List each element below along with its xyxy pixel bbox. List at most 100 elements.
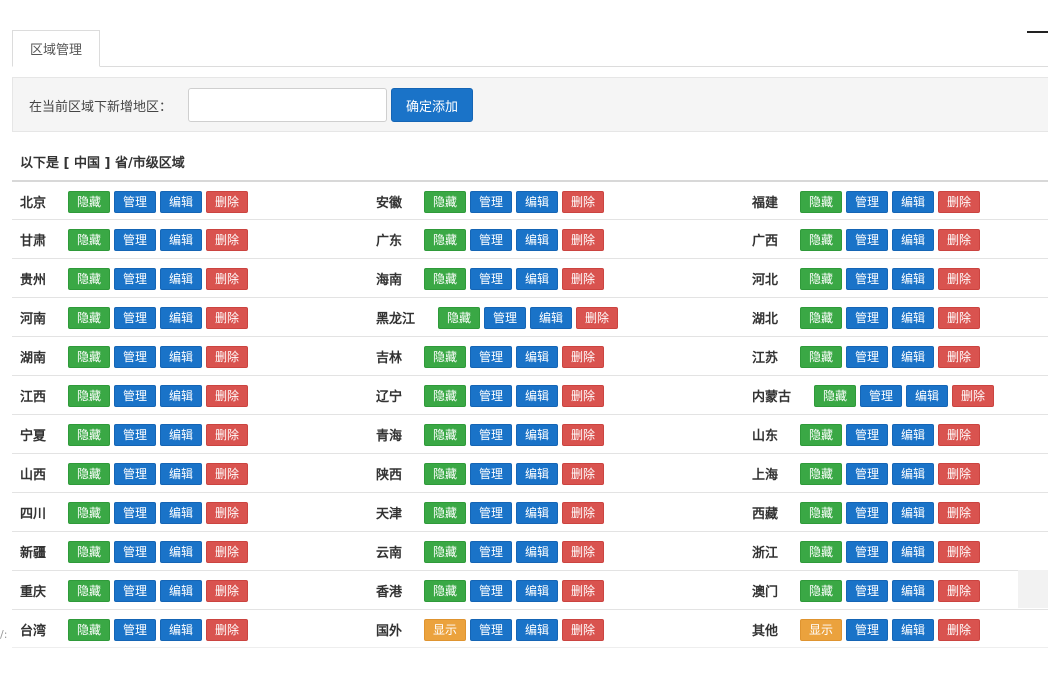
hide-button[interactable]: 隐藏: [424, 579, 466, 602]
delete-button[interactable]: 删除: [952, 384, 994, 407]
edit-button[interactable]: 编辑: [160, 423, 202, 446]
delete-button[interactable]: 删除: [562, 267, 604, 290]
hide-button[interactable]: 隐藏: [424, 423, 466, 446]
edit-button[interactable]: 编辑: [160, 618, 202, 641]
delete-button[interactable]: 删除: [938, 228, 980, 251]
edit-button[interactable]: 编辑: [160, 384, 202, 407]
edit-button[interactable]: 编辑: [892, 501, 934, 524]
hide-button[interactable]: 隐藏: [424, 267, 466, 290]
delete-button[interactable]: 删除: [938, 540, 980, 563]
delete-button[interactable]: 删除: [938, 462, 980, 485]
manage-button[interactable]: 管理: [846, 228, 888, 251]
manage-button[interactable]: 管理: [114, 306, 156, 329]
manage-button[interactable]: 管理: [470, 501, 512, 524]
manage-button[interactable]: 管理: [114, 540, 156, 563]
manage-button[interactable]: 管理: [470, 618, 512, 641]
hide-button[interactable]: 隐藏: [68, 190, 110, 213]
region-name-input[interactable]: [188, 88, 387, 122]
delete-button[interactable]: 删除: [206, 501, 248, 524]
manage-button[interactable]: 管理: [114, 345, 156, 368]
delete-button[interactable]: 删除: [562, 345, 604, 368]
edit-button[interactable]: 编辑: [516, 501, 558, 524]
edit-button[interactable]: 编辑: [516, 345, 558, 368]
manage-button[interactable]: 管理: [846, 306, 888, 329]
manage-button[interactable]: 管理: [114, 228, 156, 251]
manage-button[interactable]: 管理: [114, 423, 156, 446]
hide-button[interactable]: 隐藏: [424, 540, 466, 563]
edit-button[interactable]: 编辑: [516, 540, 558, 563]
delete-button[interactable]: 删除: [206, 579, 248, 602]
tab-region-management[interactable]: 区域管理: [12, 30, 100, 67]
edit-button[interactable]: 编辑: [892, 190, 934, 213]
manage-button[interactable]: 管理: [470, 462, 512, 485]
delete-button[interactable]: 删除: [562, 190, 604, 213]
delete-button[interactable]: 删除: [206, 462, 248, 485]
manage-button[interactable]: 管理: [470, 190, 512, 213]
delete-button[interactable]: 删除: [938, 501, 980, 524]
edit-button[interactable]: 编辑: [516, 618, 558, 641]
manage-button[interactable]: 管理: [484, 306, 526, 329]
hide-button[interactable]: 隐藏: [68, 423, 110, 446]
delete-button[interactable]: 删除: [938, 345, 980, 368]
hide-button[interactable]: 隐藏: [68, 345, 110, 368]
edit-button[interactable]: 编辑: [516, 190, 558, 213]
edit-button[interactable]: 编辑: [892, 267, 934, 290]
manage-button[interactable]: 管理: [846, 267, 888, 290]
hide-button[interactable]: 隐藏: [800, 540, 842, 563]
edit-button[interactable]: 编辑: [892, 345, 934, 368]
edit-button[interactable]: 编辑: [892, 228, 934, 251]
edit-button[interactable]: 编辑: [160, 501, 202, 524]
hide-button[interactable]: 隐藏: [68, 501, 110, 524]
manage-button[interactable]: 管理: [846, 540, 888, 563]
hide-button[interactable]: 隐藏: [800, 345, 842, 368]
manage-button[interactable]: 管理: [114, 384, 156, 407]
delete-button[interactable]: 删除: [938, 267, 980, 290]
edit-button[interactable]: 编辑: [892, 618, 934, 641]
hide-button[interactable]: 隐藏: [424, 462, 466, 485]
manage-button[interactable]: 管理: [470, 540, 512, 563]
hide-button[interactable]: 隐藏: [800, 267, 842, 290]
hide-button[interactable]: 隐藏: [800, 423, 842, 446]
hide-button[interactable]: 隐藏: [424, 384, 466, 407]
delete-button[interactable]: 删除: [562, 579, 604, 602]
manage-button[interactable]: 管理: [470, 228, 512, 251]
delete-button[interactable]: 删除: [206, 306, 248, 329]
hide-button[interactable]: 隐藏: [68, 462, 110, 485]
edit-button[interactable]: 编辑: [892, 423, 934, 446]
edit-button[interactable]: 编辑: [516, 462, 558, 485]
manage-button[interactable]: 管理: [846, 190, 888, 213]
delete-button[interactable]: 删除: [562, 540, 604, 563]
delete-button[interactable]: 删除: [206, 540, 248, 563]
edit-button[interactable]: 编辑: [516, 267, 558, 290]
manage-button[interactable]: 管理: [470, 267, 512, 290]
delete-button[interactable]: 删除: [562, 501, 604, 524]
hide-button[interactable]: 隐藏: [68, 306, 110, 329]
manage-button[interactable]: 管理: [114, 267, 156, 290]
hide-button[interactable]: 隐藏: [68, 267, 110, 290]
edit-button[interactable]: 编辑: [892, 579, 934, 602]
manage-button[interactable]: 管理: [860, 384, 902, 407]
manage-button[interactable]: 管理: [846, 345, 888, 368]
edit-button[interactable]: 编辑: [892, 462, 934, 485]
confirm-add-button[interactable]: 确定添加: [391, 88, 473, 122]
delete-button[interactable]: 删除: [206, 423, 248, 446]
hide-button[interactable]: 隐藏: [68, 384, 110, 407]
hide-button[interactable]: 隐藏: [814, 384, 856, 407]
edit-button[interactable]: 编辑: [892, 306, 934, 329]
manage-button[interactable]: 管理: [114, 501, 156, 524]
manage-button[interactable]: 管理: [114, 618, 156, 641]
delete-button[interactable]: 删除: [206, 618, 248, 641]
hide-button[interactable]: 隐藏: [424, 345, 466, 368]
edit-button[interactable]: 编辑: [516, 384, 558, 407]
manage-button[interactable]: 管理: [470, 345, 512, 368]
edit-button[interactable]: 编辑: [160, 345, 202, 368]
edit-button[interactable]: 编辑: [516, 423, 558, 446]
hide-button[interactable]: 隐藏: [800, 228, 842, 251]
delete-button[interactable]: 删除: [938, 190, 980, 213]
hide-button[interactable]: 隐藏: [800, 579, 842, 602]
edit-button[interactable]: 编辑: [160, 190, 202, 213]
edit-button[interactable]: 编辑: [160, 267, 202, 290]
delete-button[interactable]: 删除: [562, 462, 604, 485]
delete-button[interactable]: 删除: [206, 345, 248, 368]
hide-button[interactable]: 隐藏: [424, 228, 466, 251]
